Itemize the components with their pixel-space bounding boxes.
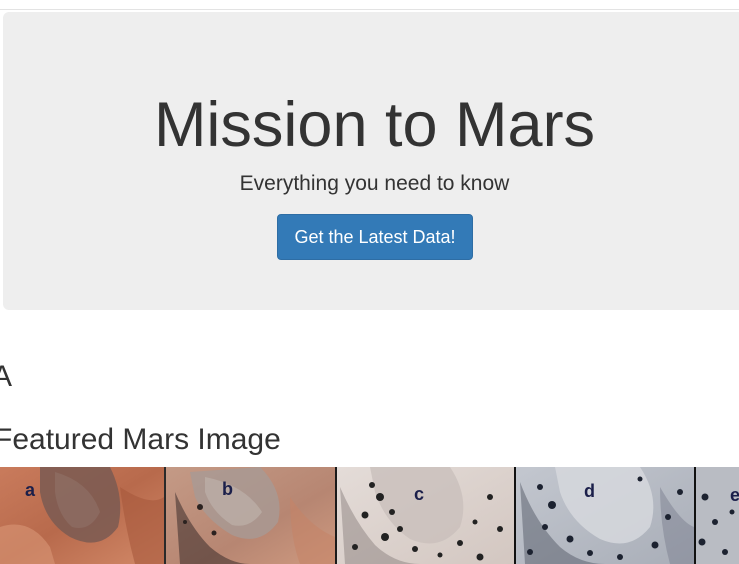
panel-label-e: e (730, 485, 739, 505)
image-panel-c (337, 467, 514, 564)
jumbotron: Mission to Mars Everything you need to k… (3, 12, 739, 310)
image-panel-e (696, 467, 739, 564)
page-title: Mission to Mars (153, 90, 596, 160)
get-latest-data-button[interactable]: Get the Latest Data! (277, 214, 473, 260)
panel-label-b: b (222, 479, 233, 499)
panel-label-d: d (584, 481, 595, 501)
featured-image-heading: Featured Mars Image (0, 423, 281, 456)
image-panel-d (516, 467, 694, 564)
image-panel-b (166, 467, 335, 564)
page-subtitle: Everything you need to know (239, 172, 510, 195)
panel-label-c: c (414, 484, 424, 504)
news-title: A (0, 360, 13, 393)
navbar-bottom-border (0, 9, 739, 10)
panel-label-a: a (25, 480, 36, 500)
featured-mars-image: a b c d e (0, 467, 739, 564)
